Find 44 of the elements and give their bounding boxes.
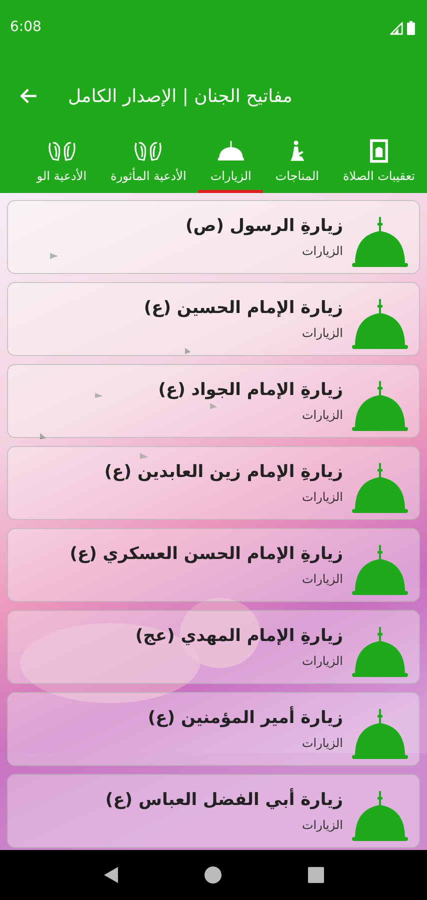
- praying-figure-icon: [288, 139, 306, 163]
- recents-nav-icon[interactable]: [308, 867, 324, 883]
- dome-icon: [351, 709, 409, 761]
- dome-icon: [216, 139, 245, 163]
- list-item[interactable]: زيارة أبي الفضل العباس (ع) الزيارات: [7, 774, 420, 848]
- item-category: الزيارات: [300, 572, 343, 586]
- status-time: 6:08: [10, 19, 42, 35]
- list-item[interactable]: زيارة الإمام الحسين (ع) الزيارات: [7, 282, 420, 356]
- item-title: زيارةِ الإمام المهدي (عج): [135, 626, 343, 646]
- raised-hands-icon: [133, 139, 164, 163]
- item-category: الزيارات: [300, 326, 343, 340]
- dome-icon: [351, 791, 409, 843]
- dome-icon: [351, 463, 409, 515]
- dome-icon: [351, 381, 409, 433]
- item-category: الزيارات: [300, 408, 343, 422]
- frame-icon: [370, 139, 388, 163]
- list-item[interactable]: زيارةِ الرسول (ص) الزيارات: [7, 200, 420, 274]
- item-category: الزيارات: [300, 244, 343, 258]
- item-title: زيارة الإمام الحسين (ع): [144, 298, 343, 318]
- item-title: زيارةِ الإمام زين العابدين (ع): [104, 462, 343, 482]
- signal-icon: [390, 22, 403, 34]
- list-item[interactable]: زيارةِ الإمام الحسن العسكري (ع) الزيارات: [7, 528, 420, 602]
- item-title: زيارة أبي الفضل العباس (ع): [105, 790, 343, 810]
- list-item[interactable]: زيارةِ الإمام المهدي (عج) الزيارات: [7, 610, 420, 684]
- dome-icon: [351, 545, 409, 597]
- battery-icon: [407, 21, 415, 35]
- dome-icon: [351, 627, 409, 679]
- item-title: زيارةِ الإمام الجواد (ع): [158, 380, 343, 400]
- item-title: زيارة أمير المؤمنين (ع): [148, 708, 343, 728]
- list-item[interactable]: زيارة أمير المؤمنين (ع) الزيارات: [7, 692, 420, 766]
- item-title: زيارةِ الرسول (ص): [185, 216, 343, 236]
- list-item[interactable]: زيارةِ الإمام الجواد (ع) الزيارات: [7, 364, 420, 438]
- item-category: الزيارات: [300, 736, 343, 750]
- item-title: زيارةِ الإمام الحسن العسكري (ع): [70, 544, 343, 564]
- item-category: الزيارات: [300, 818, 343, 832]
- raised-hands-icon: [46, 139, 77, 163]
- dome-icon: [351, 217, 409, 269]
- item-category: الزيارات: [300, 490, 343, 504]
- back-nav-icon[interactable]: [102, 866, 119, 884]
- list-item[interactable]: زيارةِ الإمام زين العابدين (ع) الزيارات: [7, 446, 420, 520]
- dome-icon: [351, 299, 409, 351]
- item-category: الزيارات: [300, 654, 343, 668]
- home-nav-icon[interactable]: [204, 866, 222, 884]
- app-title: مفاتيح الجنان | الإصدار الكامل: [68, 86, 292, 106]
